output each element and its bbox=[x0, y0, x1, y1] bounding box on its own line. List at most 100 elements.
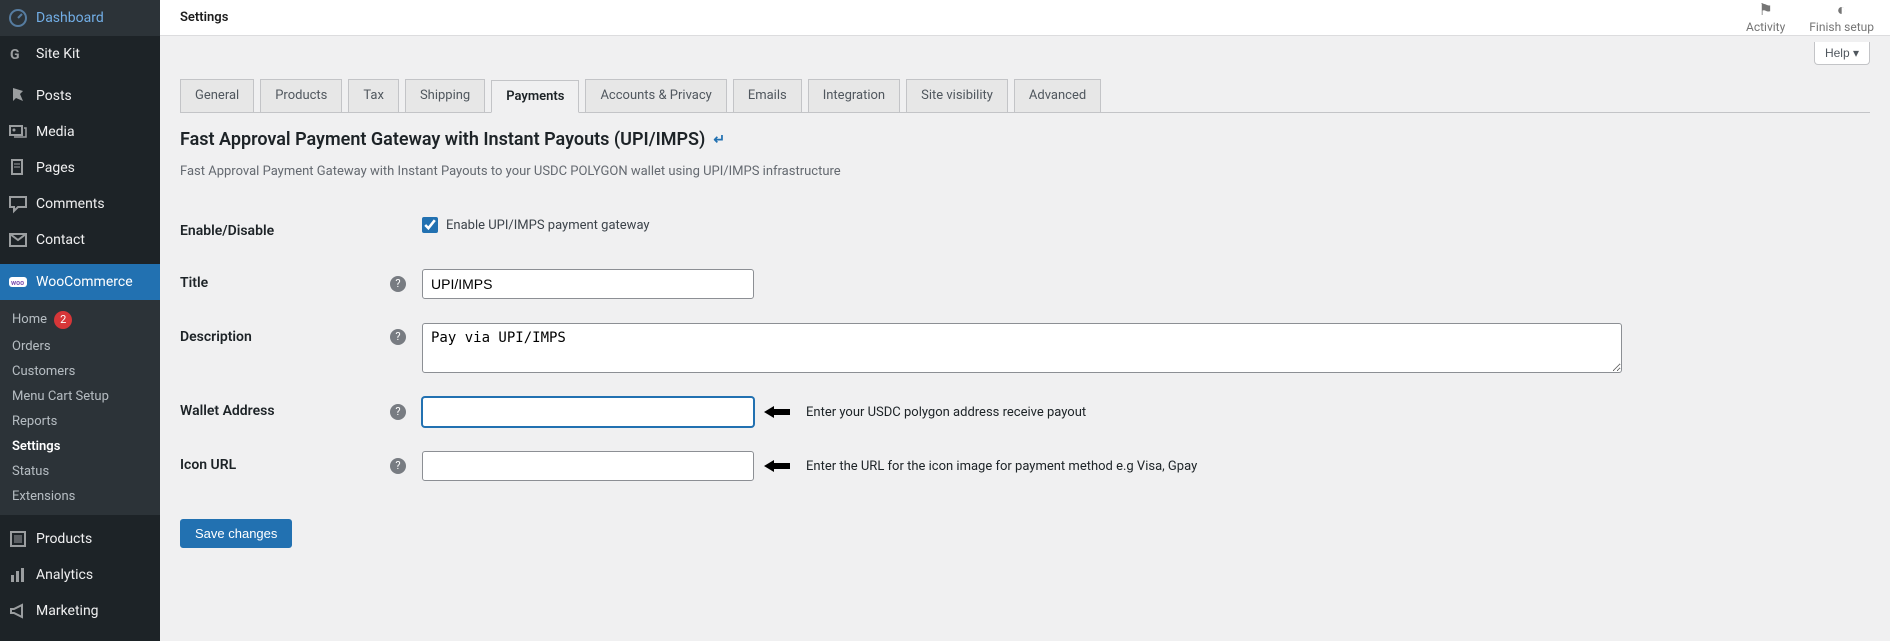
comments-icon bbox=[8, 194, 28, 214]
main-content: Settings ⚑ Activity ◐ Finish setup Help … bbox=[160, 0, 1890, 641]
arrow-left-icon bbox=[764, 458, 790, 474]
back-link[interactable]: ↵ bbox=[713, 132, 725, 148]
submenu-menu-cart-setup[interactable]: Menu Cart Setup bbox=[0, 384, 160, 409]
sidebar-item-label: WooCommerce bbox=[36, 274, 133, 290]
sitekit-icon: G bbox=[8, 44, 28, 64]
tab-site-visibility[interactable]: Site visibility bbox=[906, 79, 1008, 112]
tab-advanced[interactable]: Advanced bbox=[1014, 79, 1101, 112]
tab-tax[interactable]: Tax bbox=[348, 79, 399, 112]
tab-products[interactable]: Products bbox=[260, 79, 342, 112]
sidebar-item-products[interactable]: Products bbox=[0, 521, 160, 557]
pin-icon bbox=[8, 86, 28, 106]
tab-accounts-privacy[interactable]: Accounts & Privacy bbox=[585, 79, 726, 112]
description-textarea[interactable] bbox=[422, 323, 1622, 373]
section-title: Fast Approval Payment Gateway with Insta… bbox=[180, 129, 1870, 150]
finish-setup-label: Finish setup bbox=[1809, 20, 1874, 34]
help-tip-icon[interactable]: ? bbox=[390, 329, 406, 345]
megaphone-icon bbox=[8, 601, 28, 621]
submenu-orders[interactable]: Orders bbox=[0, 334, 160, 359]
sidebar-item-analytics[interactable]: Analytics bbox=[0, 557, 160, 593]
sidebar-item-label: Dashboard bbox=[36, 10, 104, 26]
help-tip-icon[interactable]: ? bbox=[390, 458, 406, 474]
finish-setup-button[interactable]: ◐ Finish setup bbox=[1809, 2, 1874, 34]
svg-text:woo: woo bbox=[11, 279, 24, 287]
submenu-label: Orders bbox=[12, 339, 51, 354]
enable-disable-label: Enable/Disable bbox=[180, 205, 380, 257]
title-input[interactable] bbox=[422, 269, 754, 299]
wp-admin-sidebar: Dashboard G Site Kit Posts Media Pages C… bbox=[0, 0, 160, 641]
pages-icon bbox=[8, 158, 28, 178]
sidebar-item-dashboard[interactable]: Dashboard bbox=[0, 0, 160, 36]
tab-payments[interactable]: Payments bbox=[491, 80, 579, 113]
submenu-label: Settings bbox=[12, 439, 60, 454]
sidebar-item-label: Comments bbox=[36, 196, 105, 212]
sidebar-item-label: Posts bbox=[36, 88, 72, 104]
submenu-settings[interactable]: Settings bbox=[0, 434, 160, 459]
sidebar-item-label: Marketing bbox=[36, 603, 99, 619]
submenu-label: Customers bbox=[12, 364, 75, 379]
products-icon bbox=[8, 529, 28, 549]
analytics-icon bbox=[8, 565, 28, 585]
enable-checkbox-wrapper[interactable]: Enable UPI/IMPS payment gateway bbox=[422, 217, 650, 233]
description-label: Description bbox=[180, 311, 380, 385]
settings-form-table: Enable/Disable ? Enable UPI/IMPS payment… bbox=[180, 205, 1870, 493]
submenu-label: Extensions bbox=[12, 489, 75, 504]
title-label: Title bbox=[180, 257, 380, 311]
sidebar-item-sitekit[interactable]: G Site Kit bbox=[0, 36, 160, 72]
enable-checkbox[interactable] bbox=[422, 217, 438, 233]
sidebar-item-label: Analytics bbox=[36, 567, 93, 583]
sidebar-item-label: Products bbox=[36, 531, 92, 547]
tab-general[interactable]: General bbox=[180, 79, 254, 112]
woocommerce-submenu: Home 2 Orders Customers Menu Cart Setup … bbox=[0, 300, 160, 515]
sidebar-item-label: Contact bbox=[36, 232, 85, 248]
settings-tabs: General Products Tax Shipping Payments A… bbox=[180, 79, 1870, 113]
wallet-address-input[interactable] bbox=[422, 397, 754, 427]
activity-button[interactable]: ⚑ Activity bbox=[1746, 2, 1785, 34]
dashboard-icon bbox=[8, 8, 28, 28]
sidebar-item-label: Media bbox=[36, 124, 75, 140]
sidebar-item-label: Site Kit bbox=[36, 46, 80, 62]
progress-icon: ◐ bbox=[1837, 2, 1847, 18]
section-title-text: Fast Approval Payment Gateway with Insta… bbox=[180, 129, 705, 150]
section-description: Fast Approval Payment Gateway with Insta… bbox=[180, 164, 1870, 179]
submenu-customers[interactable]: Customers bbox=[0, 359, 160, 384]
submenu-home[interactable]: Home 2 bbox=[0, 306, 160, 334]
submenu-reports[interactable]: Reports bbox=[0, 409, 160, 434]
topbar: Settings ⚑ Activity ◐ Finish setup bbox=[160, 0, 1890, 36]
submenu-status[interactable]: Status bbox=[0, 459, 160, 484]
icon-hint-text: Enter the URL for the icon image for pay… bbox=[806, 459, 1197, 474]
tab-integration[interactable]: Integration bbox=[808, 79, 900, 112]
submenu-label: Reports bbox=[12, 414, 57, 429]
help-tip-icon[interactable]: ? bbox=[390, 404, 406, 420]
submenu-label: Status bbox=[12, 464, 49, 479]
submenu-label: Menu Cart Setup bbox=[12, 389, 109, 404]
sidebar-item-comments[interactable]: Comments bbox=[0, 186, 160, 222]
wallet-address-label: Wallet Address bbox=[180, 385, 380, 439]
sidebar-item-marketing[interactable]: Marketing bbox=[0, 593, 160, 629]
arrow-left-icon bbox=[764, 404, 790, 420]
icon-url-label: Icon URL bbox=[180, 439, 380, 493]
tab-shipping[interactable]: Shipping bbox=[405, 79, 485, 112]
media-icon bbox=[8, 122, 28, 142]
sidebar-item-woocommerce[interactable]: woo WooCommerce bbox=[0, 264, 160, 300]
submenu-extensions[interactable]: Extensions bbox=[0, 484, 160, 509]
sidebar-item-label: Pages bbox=[36, 160, 75, 176]
topbar-actions: ⚑ Activity ◐ Finish setup bbox=[1746, 2, 1874, 34]
help-toggle-button[interactable]: Help ▾ bbox=[1814, 42, 1870, 65]
envelope-icon bbox=[8, 230, 28, 250]
submenu-badge: 2 bbox=[54, 311, 72, 329]
sidebar-item-posts[interactable]: Posts bbox=[0, 78, 160, 114]
wallet-hint-text: Enter your USDC polygon address receive … bbox=[806, 405, 1086, 420]
woocommerce-icon: woo bbox=[8, 272, 28, 292]
submenu-label: Home bbox=[12, 312, 47, 327]
sidebar-item-pages[interactable]: Pages bbox=[0, 150, 160, 186]
icon-url-input[interactable] bbox=[422, 451, 754, 481]
tab-emails[interactable]: Emails bbox=[733, 79, 802, 112]
sidebar-item-contact[interactable]: Contact bbox=[0, 222, 160, 258]
enable-checkbox-label: Enable UPI/IMPS payment gateway bbox=[446, 218, 650, 233]
flag-icon: ⚑ bbox=[1758, 2, 1772, 18]
sidebar-item-media[interactable]: Media bbox=[0, 114, 160, 150]
help-tip-icon[interactable]: ? bbox=[390, 276, 406, 292]
svg-text:G: G bbox=[10, 47, 20, 63]
save-changes-button[interactable]: Save changes bbox=[180, 519, 292, 548]
